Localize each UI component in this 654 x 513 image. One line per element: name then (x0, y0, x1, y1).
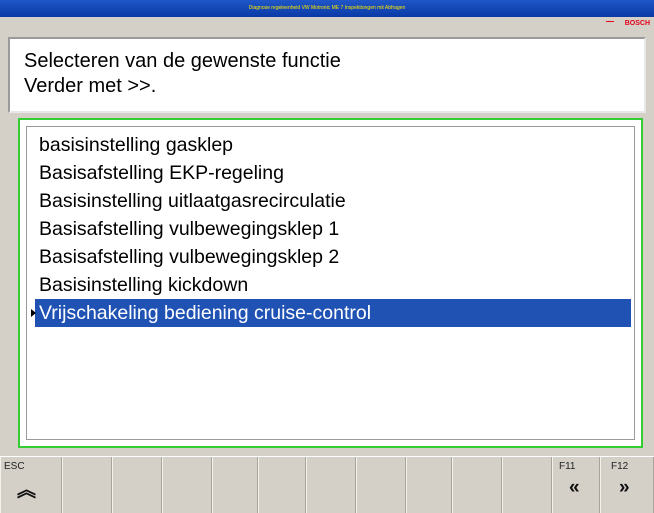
function-list: basisinstelling gasklep Basisafstelling … (26, 126, 635, 440)
f4-button[interactable] (162, 457, 212, 513)
double-chevron-up-icon: ︽ (17, 480, 37, 501)
function-item-label: Basisinstelling kickdown (39, 274, 249, 296)
function-item-kickdown[interactable]: Basisinstelling kickdown (35, 271, 631, 299)
f10b-button[interactable] (502, 457, 552, 513)
instruction-panel: Selecteren van de gewenste functie Verde… (8, 37, 646, 113)
instruction-line-1: Selecteren van de gewenste functie (24, 50, 341, 72)
window-title: Diagnose regeleenheid VW Motronic ME 7 I… (248, 5, 406, 11)
f11-button[interactable]: F11 « (552, 457, 600, 513)
esc-key-label: ESC (4, 461, 25, 472)
function-item-ekp-regeling[interactable]: Basisafstelling EKP-regeling (35, 159, 631, 187)
function-item-cruise-control[interactable]: Vrijschakeling bediening cruise-control (31, 299, 631, 327)
function-item-label: basisinstelling gasklep (39, 134, 234, 156)
function-item-vulbewegingsklep-2[interactable]: Basisafstelling vulbewegingsklep 2 (35, 243, 631, 271)
f12-button[interactable]: F12 » (600, 457, 654, 513)
function-item-uitlaatgasrecirculatie[interactable]: Basisinstelling uitlaatgasrecirculatie (35, 187, 631, 215)
f2-button[interactable] (62, 457, 112, 513)
selection-marker-icon (31, 309, 36, 317)
function-item-label: Basisinstelling uitlaatgasrecirculatie (39, 190, 346, 212)
esc-button[interactable]: ESC ︽ (0, 457, 62, 513)
f11-key-label: F11 (559, 461, 576, 472)
function-item-vulbewegingsklep-1[interactable]: Basisafstelling vulbewegingsklep 1 (35, 215, 631, 243)
f8-button[interactable] (356, 457, 406, 513)
f7-button[interactable] (306, 457, 356, 513)
function-item-label: Basisafstelling vulbewegingsklep 2 (39, 246, 340, 268)
function-item-label: Basisafstelling EKP-regeling (39, 162, 284, 184)
function-key-bar: ESC ︽ F11 « F12 » (0, 456, 654, 513)
brand-arrow-icon (606, 21, 614, 26)
f3-button[interactable] (112, 457, 162, 513)
instruction-line-2: Verder met >>. (24, 75, 157, 97)
title-bar: Diagnose regeleenheid VW Motronic ME 7 I… (0, 0, 654, 17)
function-item-label: Basisafstelling vulbewegingsklep 1 (39, 218, 340, 240)
f9-button[interactable] (406, 457, 452, 513)
f6-button[interactable] (258, 457, 306, 513)
function-item-label: Vrijschakeling bediening cruise-control (39, 302, 372, 324)
function-list-frame: basisinstelling gasklep Basisafstelling … (18, 118, 643, 448)
f12-key-label: F12 (611, 461, 629, 472)
function-item-basisinstelling-gasklep[interactable]: basisinstelling gasklep (35, 131, 631, 159)
f5-button[interactable] (212, 457, 258, 513)
double-chevron-left-icon: « (569, 477, 580, 498)
brand-strip: BOSCH (0, 17, 654, 31)
f10-button[interactable] (452, 457, 502, 513)
double-chevron-right-icon: » (619, 477, 630, 498)
bosch-logo: BOSCH (624, 20, 650, 27)
